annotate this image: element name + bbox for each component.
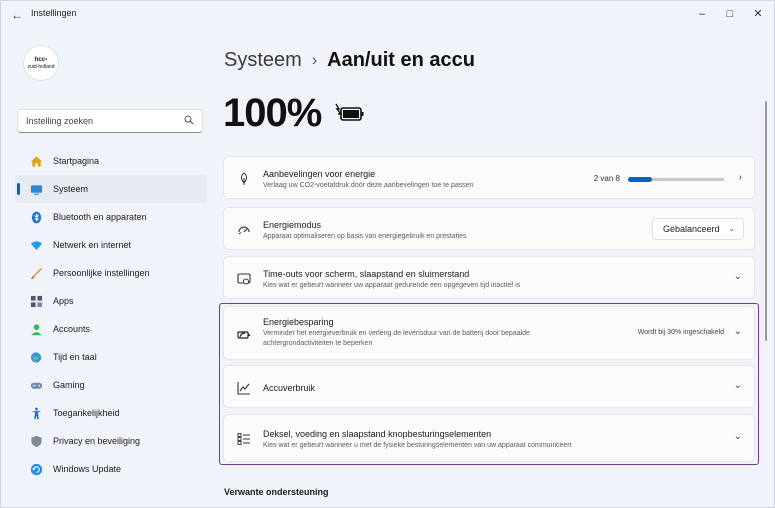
related-support-heading: Verwante ondersteuning [224,487,329,497]
sidebar-item-toegankelijkheid[interactable]: Toegankelijkheid [15,399,207,427]
sidebar-item-label: Systeem [53,184,89,194]
card-title: Energiemodus [263,220,322,230]
breadcrumb-separator: › [311,51,318,69]
maximize-button[interactable]: □ [718,5,742,23]
chart-line-icon [236,380,252,396]
brush-icon [29,266,43,280]
recommendations-progress-bar [628,177,724,182]
avatar-logo-line2: zuid-holland [27,63,55,70]
back-button[interactable]: ← [9,7,25,23]
power-mode-card: Energiemodus Apparaat optimaliseren op b… [223,207,755,250]
timeouts-card[interactable]: Time-outs voor scherm, slaapstand en slu… [223,256,755,299]
search-input[interactable] [18,110,178,132]
card-description: Kies wat er gebeurt wanneer uw apparaat … [263,282,521,289]
card-title: Aanbevelingen voor energie [263,169,376,179]
battery-status: 100% [223,91,367,136]
card-description-line2: achtergrondactiviteiten te beperken [263,340,373,347]
title-bar: ← Instellingen – □ ✕ [1,1,774,29]
sidebar-item-startpagina[interactable]: Startpagina [15,147,207,175]
globe-clock-icon [29,350,43,364]
search-box[interactable] [17,109,203,133]
energy-saver-status: Wordt bij 30% ingeschakeld [637,329,724,336]
list-icon [236,431,252,447]
card-title: Time-outs voor scherm, slaapstand en slu… [263,269,470,279]
sidebar-item-netwerk[interactable]: Netwerk en internet [15,231,207,259]
search-icon[interactable] [184,115,194,128]
progress-fill [628,177,652,182]
person-icon [29,322,43,336]
sidebar-item-accounts[interactable]: Accounts [15,315,207,343]
sidebar-item-gaming[interactable]: Gaming [15,371,207,399]
home-icon [29,154,43,168]
chevron-down-icon[interactable]: ⌄ [734,380,742,391]
sidebar-item-bluetooth[interactable]: Bluetooth en apparaten [15,203,207,231]
card-description: Verlaag uw CO2-voetafdruk door deze aanb… [263,182,474,189]
sidebar-item-label: Windows Update [53,464,122,474]
recommendations-progress-label: 2 van 8 [593,174,620,183]
card-description-line1: Verminder het energieverbruik en verleng… [263,330,530,337]
screen-timeout-icon [236,271,252,287]
sidebar-item-label: Apps [53,296,74,306]
chevron-down-icon[interactable]: ⌄ [734,326,742,337]
wifi-icon [29,238,43,252]
sidebar-item-systeem[interactable]: Systeem [15,175,207,203]
energy-saver-card[interactable]: Energiebesparing Verminder het energieve… [223,306,755,360]
battery-charging-icon [333,103,367,128]
card-description: Apparaat optimaliseren op basis van ener… [263,233,467,240]
sidebar-item-label: Netwerk en internet [53,240,132,250]
battery-saver-icon [236,327,252,343]
sidebar-item-label: Gaming [53,380,85,390]
settings-window: ← Instellingen – □ ✕ hcc• zuid-holland S… [0,0,775,508]
avatar[interactable]: hcc• zuid-holland [23,45,59,81]
sidebar-item-label: Persoonlijke instellingen [53,268,150,278]
shield-icon [29,434,43,448]
sidebar-item-label: Tijd en taal [53,352,97,362]
power-mode-dropdown[interactable]: Gebalanceerd ⌄ [652,218,744,240]
chevron-down-icon: ⌄ [728,224,735,233]
breadcrumb-parent[interactable]: Systeem [224,49,302,72]
sidebar-item-privacy[interactable]: Privacy en beveiliging [15,427,207,455]
gauge-icon [236,222,252,238]
window-title: Instellingen [31,8,77,18]
accessibility-icon [29,406,43,420]
card-title: Deksel, voeding en slaapstand knopbestur… [263,429,492,439]
lid-power-buttons-card[interactable]: Deksel, voeding en slaapstand knopbestur… [223,414,755,462]
battery-percentage: 100% [223,91,322,135]
sidebar-item-apps[interactable]: Apps [15,287,207,315]
scrollbar[interactable] [765,101,767,341]
update-icon [29,462,43,476]
sidebar-item-label: Startpagina [53,156,100,166]
minimize-button[interactable]: – [690,5,714,23]
chevron-right-icon[interactable]: › [739,172,742,183]
leaf-icon [236,171,252,187]
card-title: Accuverbruik [263,383,316,393]
sidebar-item-label: Accounts [53,324,91,334]
sidebar-item-label: Bluetooth en apparaten [53,212,147,222]
battery-usage-card[interactable]: Accuverbruik ⌄ [223,365,755,408]
chevron-down-icon[interactable]: ⌄ [734,271,742,282]
chevron-down-icon[interactable]: ⌄ [734,431,742,442]
avatar-logo-line1: hcc• [34,56,48,63]
apps-icon [29,294,43,308]
sidebar-item-persoonlijk[interactable]: Persoonlijke instellingen [15,259,207,287]
energy-recommendations-card[interactable]: Aanbevelingen voor energie Verlaag uw CO… [223,156,755,199]
sidebar-item-label: Toegankelijkheid [53,408,120,418]
bluetooth-icon [29,210,43,224]
sidebar-item-windows-update[interactable]: Windows Update [15,455,207,483]
card-title: Energiebesparing [263,317,334,327]
power-mode-selected: Gebalanceerd [663,224,720,234]
breadcrumb: Systeem › Aan/uit en accu [224,49,475,72]
monitor-icon [29,182,43,196]
sidebar-item-label: Privacy en beveiliging [53,436,141,446]
gamepad-icon [29,378,43,392]
card-description: Kies wat er gebeurt wanneer u met de fys… [263,442,572,449]
sidebar-item-tijd[interactable]: Tijd en taal [15,343,207,371]
close-button[interactable]: ✕ [746,5,770,23]
sidebar-nav: Startpagina Systeem Bluetooth en apparat… [15,147,207,483]
page-title: Aan/uit en accu [327,49,475,71]
